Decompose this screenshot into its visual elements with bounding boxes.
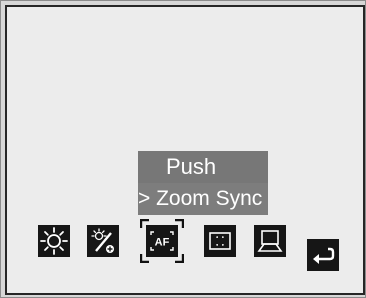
scene-button[interactable] bbox=[254, 225, 286, 257]
af-label: AF bbox=[155, 237, 170, 249]
menu-item-push[interactable]: Push bbox=[138, 151, 268, 183]
light-adjust-button[interactable] bbox=[87, 225, 119, 257]
frame-button[interactable] bbox=[204, 225, 236, 257]
scene-icon bbox=[257, 230, 283, 252]
af-button[interactable]: AF bbox=[146, 225, 178, 257]
af-icon: AF bbox=[150, 231, 174, 251]
popup-menu: Push > Zoom Sync bbox=[138, 151, 268, 215]
menu-item-zoom-sync[interactable]: > Zoom Sync bbox=[138, 183, 268, 215]
light-adjust-icon bbox=[91, 228, 114, 253]
camera-screen: Push > Zoom Sync AF bbox=[0, 0, 366, 298]
back-button[interactable] bbox=[307, 239, 339, 271]
brightness-icon bbox=[40, 227, 68, 255]
frame-icon bbox=[209, 232, 231, 250]
back-icon bbox=[313, 247, 335, 264]
brightness-button[interactable] bbox=[38, 225, 70, 257]
